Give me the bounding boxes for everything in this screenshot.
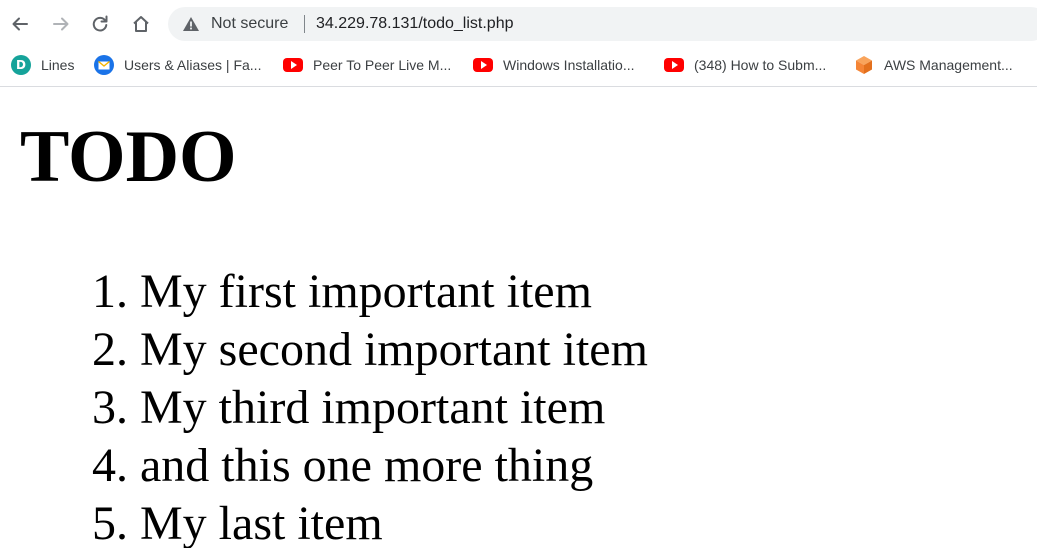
todo-list: 1. My first important item 2. My second … <box>92 263 648 548</box>
bookmark-users-aliases[interactable]: Users & Aliases | Fa... <box>94 55 261 75</box>
address-bar[interactable]: Not secure 34.229.78.131/todo_list.php <box>168 7 1037 41</box>
browser-toolbar: Not secure 34.229.78.131/todo_list.php <box>0 0 1037 48</box>
reload-button[interactable] <box>86 10 114 38</box>
bookmark-lines[interactable]: D Lines <box>11 55 74 75</box>
bookmark-label: AWS Management... <box>884 57 1013 73</box>
arrow-right-icon <box>53 17 69 31</box>
youtube-icon <box>664 55 684 75</box>
bookmark-label: (348) How to Subm... <box>694 57 827 73</box>
bookmark-label: Lines <box>41 57 75 73</box>
bookmark-label: Peer To Peer Live M... <box>313 57 452 73</box>
item-text: My first important item <box>140 265 592 318</box>
todo-item: 3. My third important item <box>92 379 648 437</box>
aws-cube-icon <box>854 55 874 75</box>
bookmark-peer-to-peer[interactable]: Peer To Peer Live M... <box>283 55 451 75</box>
youtube-icon <box>283 55 303 75</box>
mail-icon <box>94 55 114 75</box>
item-number: 3. <box>92 381 128 434</box>
item-number: 1. <box>92 265 128 318</box>
back-button[interactable] <box>6 10 34 38</box>
bookmarks-bar: D Lines Users & Aliases | Fa... Peer To … <box>0 48 1037 87</box>
item-number: 5. <box>92 497 128 548</box>
item-text: My last item <box>140 497 383 548</box>
bookmark-label: Users & Aliases | Fa... <box>124 57 262 73</box>
page-title: TODO <box>20 116 237 198</box>
todo-item: 1. My first important item <box>92 263 648 321</box>
d-circle-icon: D <box>11 55 31 75</box>
url-text[interactable]: 34.229.78.131/todo_list.php <box>316 15 514 33</box>
todo-item: 2. My second important item <box>92 321 648 379</box>
todo-item: 5. My last item <box>92 495 648 548</box>
bookmark-label: Windows Installatio... <box>503 57 635 73</box>
bookmark-how-to-submit[interactable]: (348) How to Subm... <box>664 55 826 75</box>
reload-icon <box>92 15 108 32</box>
separator <box>304 15 305 33</box>
home-icon <box>133 16 149 32</box>
bookmark-aws-management[interactable]: AWS Management... <box>854 55 1013 75</box>
item-number: 2. <box>92 323 128 376</box>
bookmark-windows-installation[interactable]: Windows Installatio... <box>473 55 635 75</box>
arrow-left-icon <box>12 17 28 31</box>
todo-item: 4. and this one more thing <box>92 437 648 495</box>
item-number: 4. <box>92 439 128 492</box>
item-text: My third important item <box>140 381 606 434</box>
item-text: My second important item <box>140 323 648 376</box>
item-text: and this one more thing <box>140 439 594 492</box>
warning-triangle-icon <box>183 17 199 31</box>
forward-button[interactable] <box>47 10 75 38</box>
home-button[interactable] <box>127 10 155 38</box>
security-label[interactable]: Not secure <box>211 15 288 33</box>
youtube-icon <box>473 55 493 75</box>
